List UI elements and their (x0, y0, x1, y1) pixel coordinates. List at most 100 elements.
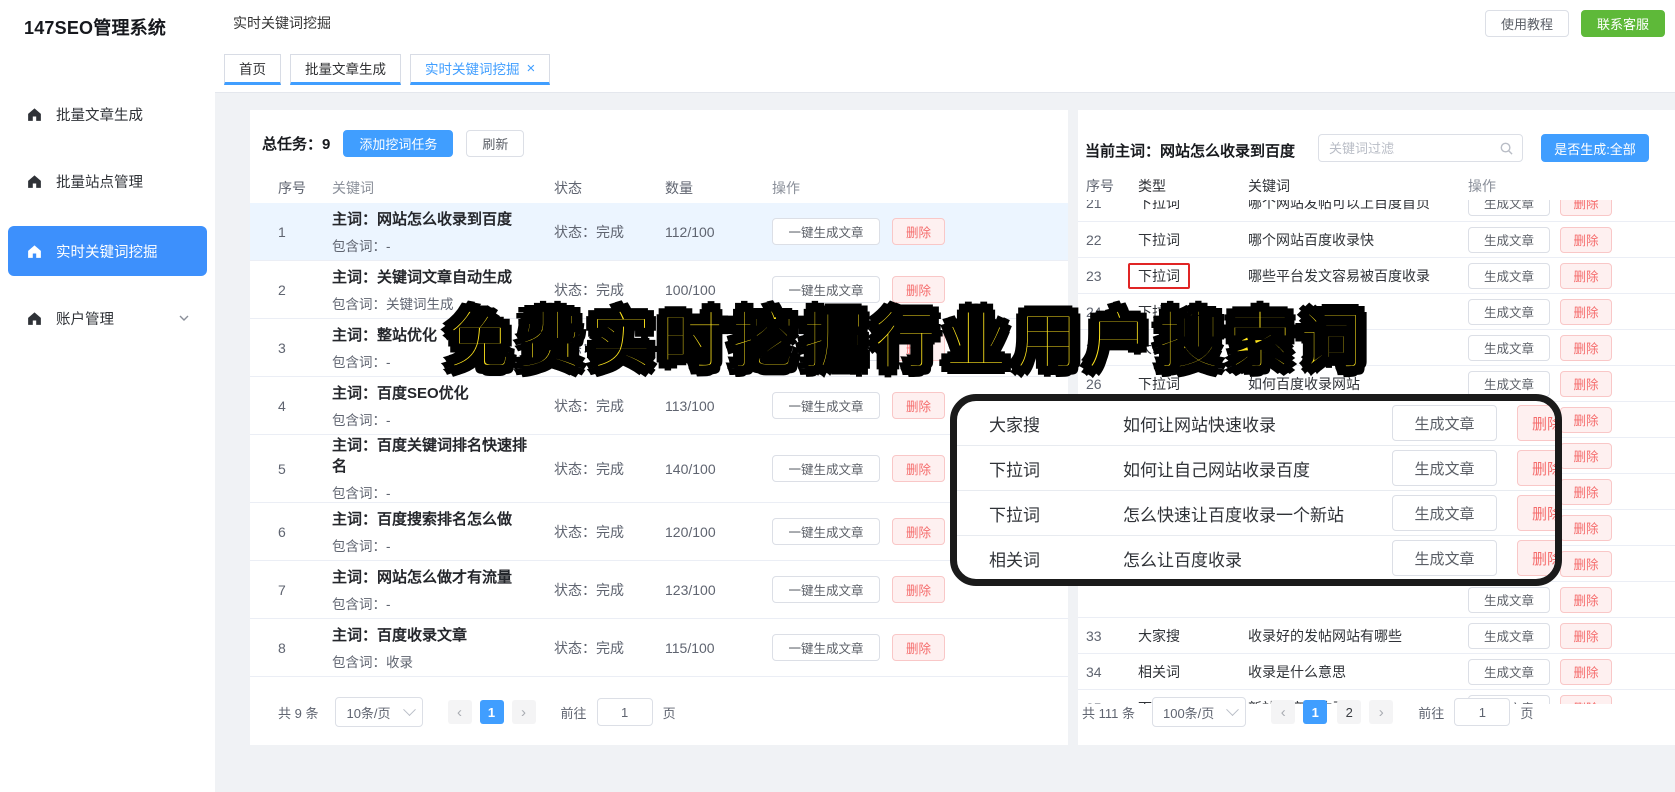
generate-article-button[interactable]: 生成文章 (1468, 262, 1550, 289)
delete-button[interactable]: 删除 (1560, 262, 1612, 289)
delete-button[interactable]: 删除 (1560, 550, 1612, 577)
next-page-button[interactable]: › (1369, 700, 1394, 724)
delete-button[interactable]: 删除 (892, 634, 945, 661)
keyword-filter-input[interactable] (1319, 140, 1500, 156)
tab-keyword-mining[interactable]: 实时关键词挖掘 × (410, 53, 551, 85)
task-include-words: 包含词：- (332, 538, 391, 554)
keyword-row: 21 下拉词 哪个网站发帖可以上百度首页 生成文章 删除 (1078, 200, 1675, 222)
prev-page-button[interactable]: ‹ (1271, 700, 1296, 724)
task-include-words: 包含词：- (332, 412, 391, 428)
task-include-words: 包含词：- (332, 486, 391, 501)
delete-button[interactable]: 删除 (892, 576, 945, 603)
task-row[interactable]: 7 主词：网站怎么做才有流量 包含词：- 状态：完成 123/100 一键生成文… (250, 561, 1068, 619)
generate-article-button[interactable]: 生成文章 (1468, 200, 1550, 216)
generate-article-button[interactable]: 生成文章 (1468, 658, 1550, 685)
prev-page-button[interactable]: ‹ (447, 700, 472, 724)
task-row[interactable]: 5 主词：百度关键词排名快速排名 包含词：- 状态：完成 140/100 一键生… (250, 435, 1068, 503)
generate-article-button[interactable]: 生成文章 (1468, 226, 1550, 253)
col-keyword: 关键词 (332, 180, 374, 196)
delete-button[interactable]: 删除 (1517, 495, 1555, 531)
tab-home[interactable]: 首页 × (224, 53, 281, 85)
delete-button[interactable]: 删除 (1560, 334, 1612, 361)
page-size-select[interactable]: 100条/页 (1151, 697, 1247, 727)
refresh-button[interactable]: 刷新 (466, 130, 525, 157)
delete-button[interactable]: 删除 (1560, 478, 1612, 505)
delete-button[interactable]: 删除 (1560, 442, 1612, 469)
generate-article-button[interactable]: 生成文章 (1392, 450, 1497, 486)
add-mining-task-button[interactable]: 添加挖词任务 (343, 130, 454, 157)
delete-button[interactable]: 删除 (1560, 406, 1612, 433)
generate-article-button[interactable]: 一键生成文章 (772, 634, 880, 661)
delete-button[interactable]: 删除 (1560, 370, 1612, 397)
page-size-select[interactable]: 10条/页 (335, 697, 423, 727)
close-icon[interactable]: × (527, 61, 536, 76)
generate-article-button[interactable]: 一键生成文章 (772, 455, 880, 482)
task-row[interactable]: 6 主词：百度搜索排名怎么做 包含词：- 状态：完成 120/100 一键生成文… (250, 503, 1068, 561)
delete-button[interactable]: 删除 (1560, 298, 1612, 325)
generate-article-button[interactable]: 生成文章 (1468, 334, 1550, 361)
home-icon (28, 174, 41, 188)
delete-button[interactable]: 删除 (892, 518, 945, 545)
task-count: 113/100 (665, 397, 715, 414)
keyword-text: 收录是什么意思 (1248, 663, 1346, 680)
tab-batch-article[interactable]: 批量文章生成 × (290, 53, 401, 85)
delete-button[interactable]: 删除 (1560, 658, 1612, 685)
generate-article-button[interactable]: 生成文章 (1468, 370, 1550, 397)
delete-button[interactable]: 删除 (1560, 226, 1612, 253)
task-index: 3 (278, 339, 286, 356)
page-number-1[interactable]: 1 (479, 700, 504, 724)
delete-button[interactable]: 删除 (1517, 450, 1555, 486)
home-icon (28, 311, 41, 325)
topbar-actions: 使用教程 联系客服 (1484, 9, 1665, 37)
generate-article-button[interactable]: 生成文章 (1468, 586, 1550, 613)
generate-article-button[interactable]: 一键生成文章 (772, 392, 880, 419)
generate-article-button[interactable]: 生成文章 (1468, 298, 1550, 325)
generate-article-button[interactable]: 生成文章 (1392, 405, 1497, 441)
task-index: 4 (278, 397, 286, 414)
task-status: 状态：完成 (554, 397, 624, 414)
generate-article-button[interactable]: 生成文章 (1392, 495, 1497, 531)
generate-article-button[interactable]: 一键生成文章 (772, 518, 880, 545)
delete-button[interactable]: 删除 (892, 455, 945, 482)
keyword-type: 大家搜 (1138, 627, 1180, 644)
delete-button[interactable]: 删除 (1560, 200, 1612, 216)
col-index: 序号 (278, 180, 306, 196)
page-size-value: 100条/页 (1162, 705, 1215, 721)
contact-support-button[interactable]: 联系客服 (1580, 9, 1665, 37)
keyword-type: 下拉词 (1138, 231, 1180, 248)
page-size-value: 10条/页 (346, 705, 391, 721)
generate-article-button[interactable]: 生成文章 (1468, 622, 1550, 649)
page-number-2[interactable]: 2 (1337, 700, 1362, 724)
next-page-button[interactable]: › (511, 700, 536, 724)
sidebar-item-account[interactable]: 账户管理 (8, 296, 207, 340)
delete-button[interactable]: 删除 (1560, 622, 1612, 649)
task-status: 状态：完成 (554, 523, 624, 540)
tutorial-button[interactable]: 使用教程 (1484, 9, 1569, 37)
goto-page-input[interactable] (1454, 698, 1511, 726)
inset-keyword-row: 下拉词 怎么快速让百度收录一个新站 生成文章 删除 (957, 491, 1555, 536)
sidebar-item-label: 实时关键词挖掘 (56, 244, 158, 261)
delete-button[interactable]: 删除 (1560, 694, 1612, 704)
task-index: 1 (278, 223, 286, 240)
task-row[interactable]: 4 主词：百度SEO优化 包含词：- 状态：完成 113/100 一键生成文章 … (250, 377, 1068, 435)
breadcrumb: 实时关键词挖掘 (233, 15, 331, 31)
delete-button[interactable]: 删除 (1560, 514, 1612, 541)
delete-button[interactable]: 删除 (1517, 405, 1555, 441)
sidebar-item-batch-site[interactable]: 批量站点管理 (8, 159, 207, 203)
page-number-1[interactable]: 1 (1303, 700, 1328, 724)
delete-button[interactable]: 删除 (1560, 586, 1612, 613)
delete-button[interactable]: 删除 (892, 392, 945, 419)
task-count: 140/100 (665, 460, 716, 477)
col-keyword: 关键词 (1248, 178, 1290, 194)
generate-article-button[interactable]: 生成文章 (1392, 540, 1497, 576)
sidebar-item-batch-article[interactable]: 批量文章生成 (8, 92, 207, 136)
goto-page-input[interactable] (596, 698, 653, 726)
delete-button[interactable]: 删除 (892, 218, 945, 245)
delete-button[interactable]: 删除 (1517, 540, 1555, 576)
generate-all-toggle-button[interactable]: 是否生成:全部 (1541, 134, 1649, 162)
task-row[interactable]: 1 主词：网站怎么收录到百度 包含词：- 状态：完成 112/100 一键生成文… (250, 203, 1068, 261)
task-row[interactable]: 8 主词：百度收录文章 包含词：收录 状态：完成 115/100 一键生成文章 … (250, 619, 1068, 677)
sidebar-item-keyword-mining[interactable]: 实时关键词挖掘 (8, 226, 207, 276)
generate-article-button[interactable]: 一键生成文章 (772, 218, 880, 245)
generate-article-button[interactable]: 一键生成文章 (772, 576, 880, 603)
